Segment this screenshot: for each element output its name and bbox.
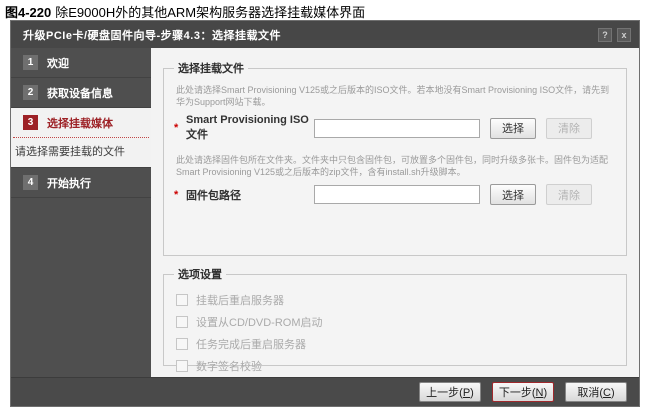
firmware-description: 此处请选择固件包所在文件夹。文件夹中只包含固件包，可放置多个固件包，同时升级多张… [176,154,616,178]
iso-file-row: * Smart Provisioning ISO文件 选择 清除 [174,114,616,142]
firmware-path-row: * 固件包路径 选择 清除 [174,184,616,205]
digital-signature-option: 数字签名校验 [176,359,612,372]
checkbox-label: 挂载后重启服务器 [196,292,284,308]
firmware-clear-button: 清除 [546,184,592,205]
button-text: ) [543,387,547,399]
checkbox-icon [176,360,188,372]
step-label: 欢迎 [47,55,69,71]
dialog-title: 升级PCIe卡/硬盘固件向导-步骤4.3：选择挂载文件 [23,27,281,43]
required-mark: * [174,189,186,201]
firmware-path-input[interactable] [314,185,480,204]
figure-title: 除E9000H外的其他ARM架构服务器选择挂载媒体界面 [55,5,365,20]
wizard-dialog: 升级PCIe卡/硬盘固件向导-步骤4.3：选择挂载文件 ? x 1 欢迎 2 获… [10,20,640,407]
button-text: 下一步( [499,387,536,399]
checkbox-icon [176,338,188,350]
access-key: C [603,387,611,399]
dialog-body: 1 欢迎 2 获取设备信息 3 选择挂载媒体 请选择需要挂载的文件 4 开始执行 [11,48,639,377]
dialog-titlebar: 升级PCIe卡/硬盘固件向导-步骤4.3：选择挂载文件 ? x [11,21,639,48]
sidebar-filler [11,198,151,377]
step-number-badge: 4 [23,175,38,190]
iso-clear-button: 清除 [546,118,592,139]
section-legend: 选项设置 [174,266,226,282]
iso-file-label: Smart Provisioning ISO文件 [186,114,314,142]
restart-after-task-option: 任务完成后重启服务器 [176,337,612,350]
step-select-mount-media-active[interactable]: 3 选择挂载媒体 请选择需要挂载的文件 [11,108,151,168]
step-number-badge: 3 [23,115,38,130]
firmware-select-button[interactable]: 选择 [490,184,536,205]
step-number-badge: 2 [23,85,38,100]
button-text: 取消( [577,387,603,399]
button-text: 上一步( [426,387,463,399]
iso-select-button[interactable]: 选择 [490,118,536,139]
button-text: ) [611,387,615,399]
step-get-device-info[interactable]: 2 获取设备信息 [11,78,151,108]
step-number-badge: 1 [23,55,38,70]
cancel-button[interactable]: 取消(C) [565,382,627,402]
next-step-button[interactable]: 下一步(N) [492,382,554,402]
close-icon[interactable]: x [617,28,631,42]
step-label: 选择挂载媒体 [47,115,113,131]
section-legend: 选择挂载文件 [174,60,248,76]
wizard-steps-sidebar: 1 欢迎 2 获取设备信息 3 选择挂载媒体 请选择需要挂载的文件 4 开始执行 [11,48,151,377]
previous-step-button[interactable]: 上一步(P) [419,382,481,402]
step-welcome[interactable]: 1 欢迎 [11,48,151,78]
dialog-footer: 上一步(P) 下一步(N) 取消(C) [11,377,639,406]
options-section: 选项设置 挂载后重启服务器 设置从CD/DVD-ROM启动 任务完成后重启服务器… [163,266,627,366]
active-step-header: 3 选择挂载媒体 [11,108,151,137]
content-panel: 选择挂载文件 此处请选择Smart Provisioning V125或之后版本… [151,48,639,377]
restart-after-mount-option: 挂载后重启服务器 [176,293,612,306]
firmware-path-label: 固件包路径 [186,187,314,203]
iso-file-input[interactable] [314,119,480,138]
checkbox-icon [176,316,188,328]
required-mark: * [174,122,186,134]
help-icon[interactable]: ? [598,28,612,42]
step-start-execution[interactable]: 4 开始执行 [11,168,151,198]
active-step-subtitle: 请选择需要挂载的文件 [11,138,151,167]
checkbox-icon [176,294,188,306]
iso-description: 此处请选择Smart Provisioning V125或之后版本的ISO文件。… [176,84,616,108]
button-text: ) [470,387,474,399]
checkbox-label: 任务完成后重启服务器 [196,336,306,352]
checkbox-label: 数字签名校验 [196,358,262,374]
step-label: 获取设备信息 [47,85,113,101]
step-label: 开始执行 [47,175,91,191]
figure-number: 图4-220 [5,5,51,20]
figure-caption: 图4-220 除E9000H外的其他ARM架构服务器选择挂载媒体界面 [5,2,365,21]
checkbox-label: 设置从CD/DVD-ROM启动 [196,314,323,330]
boot-from-cddvd-option: 设置从CD/DVD-ROM启动 [176,315,612,328]
select-mount-files-section: 选择挂载文件 此处请选择Smart Provisioning V125或之后版本… [163,60,627,256]
